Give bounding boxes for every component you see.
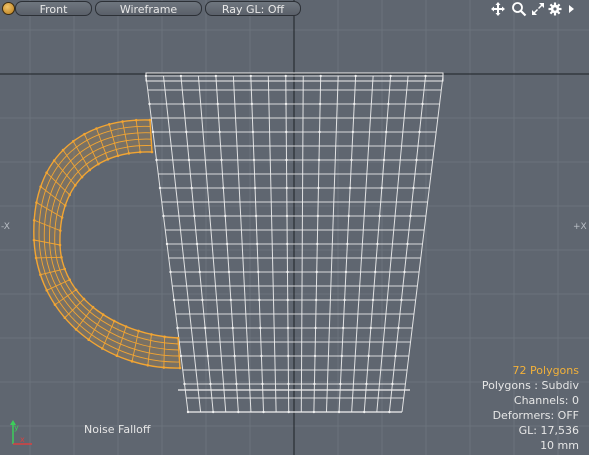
svg-text:y: y [14,423,19,432]
move-view-icon[interactable] [490,1,506,17]
maximize-view-icon[interactable] [530,1,546,17]
falloff-label: Noise Falloff [84,423,151,436]
view-type-button[interactable]: Front [15,1,92,16]
viewport-menu-icon[interactable] [2,2,15,15]
positive-x-label: +X [573,222,587,232]
hud-deformers: Deformers: OFF [492,409,579,422]
hud-grid-size: 10 mm [540,439,579,452]
gear-icon[interactable] [547,1,563,17]
arrow-right-icon[interactable] [566,1,576,17]
3d-viewport[interactable]: Front Wireframe Ray GL: Off -X +X 72 Pol… [0,0,589,455]
hud-channels: Channels: 0 [513,394,579,407]
hud-polygon-mode: Polygons : Subdiv [481,379,579,392]
shading-mode-button[interactable]: Wireframe [95,1,202,16]
hud-gl-count: GL: 17,536 [518,424,579,437]
raygl-button[interactable]: Ray GL: Off [205,1,301,16]
hud-selected-polygons: 72 Polygons [512,364,579,377]
svg-text:x: x [20,435,25,444]
mug-handle-selected-polygons [32,118,182,370]
axis-gizmo-icon: x y [10,420,32,445]
zoom-view-icon[interactable] [511,1,527,17]
negative-x-label: -X [1,222,10,232]
